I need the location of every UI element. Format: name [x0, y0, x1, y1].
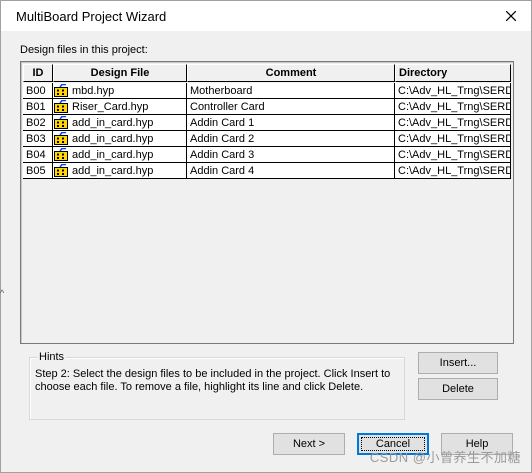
cell-directory: C:\Adv_HL_Trng\SERD [395, 83, 511, 99]
design-files-label: Design files in this project: [20, 44, 148, 56]
column-header-id[interactable]: ID [23, 64, 53, 82]
column-header-design-file[interactable]: Design File [53, 64, 187, 82]
table-row[interactable]: B00 mbd.hyp Motherboard C:\Adv_HL_Trng\SERD [23, 83, 511, 99]
cell-comment: Addin Card 2 [187, 131, 395, 147]
cell-id: B05 [23, 163, 53, 179]
table-row[interactable]: B05 add_in_card.hyp Addin Card 4 C:\Adv_HL_… [23, 163, 511, 179]
file-icon [54, 100, 68, 113]
window-title: MultiBoard Project Wizard [16, 9, 167, 24]
file-icon [54, 84, 68, 97]
cell-comment: Controller Card [187, 99, 395, 115]
column-header-directory[interactable]: Directory [395, 64, 511, 82]
cell-id: B01 [23, 99, 53, 115]
cell-design-file-text: Riser_Card.hyp [72, 100, 149, 113]
file-icon [54, 116, 68, 129]
table-body: B00 mbd.hyp Motherboard C:\Adv_HL_Trng\SERD… [23, 83, 511, 179]
hints-label: Hints [37, 351, 67, 363]
column-header-comment[interactable]: Comment [187, 64, 395, 82]
close-icon [506, 11, 516, 21]
hints-line-2: choose each file. To remove a file, high… [35, 381, 364, 393]
hints-text: Step 2: Select the design files to be in… [35, 368, 395, 394]
cell-design-file: Riser_Card.hyp [53, 99, 187, 115]
cell-comment: Motherboard [187, 83, 395, 99]
table-row[interactable]: B03 add_in_card.hyp Addin Card 2 C:\Adv_HL_… [23, 131, 511, 147]
table-row[interactable]: B04 add_in_card.hyp Addin Card 3 C:\Adv_HL_… [23, 147, 511, 163]
cell-design-file: add_in_card.hyp [53, 131, 187, 147]
cell-comment: Addin Card 1 [187, 115, 395, 131]
cell-id: B02 [23, 115, 53, 131]
cell-directory: C:\Adv_HL_Trng\SERD [395, 147, 511, 163]
cell-id: B03 [23, 131, 53, 147]
cell-design-file-text: add_in_card.hyp [72, 116, 154, 129]
cell-design-file: add_in_card.hyp [53, 115, 187, 131]
cell-comment: Addin Card 3 [187, 147, 395, 163]
cell-design-file: add_in_card.hyp [53, 163, 187, 179]
table-row[interactable]: B02 add_in_card.hyp Addin Card 1 C:\Adv_HL_… [23, 115, 511, 131]
insert-button[interactable]: Insert... [418, 352, 498, 374]
title-bar: MultiBoard Project Wizard [1, 1, 531, 31]
design-files-table[interactable]: ID Design File Comment Directory B00 mbd.… [20, 61, 514, 344]
close-button[interactable] [501, 6, 521, 26]
cell-id: B04 [23, 147, 53, 163]
cell-directory: C:\Adv_HL_Trng\SERD [395, 131, 511, 147]
wizard-window: MultiBoard Project Wizard Design files i… [0, 0, 532, 473]
table-header: ID Design File Comment Directory [23, 64, 511, 82]
cell-design-file-text: mbd.hyp [72, 84, 115, 97]
cell-design-file-text: add_in_card.hyp [72, 132, 154, 145]
cell-id: B00 [23, 83, 53, 99]
cell-directory: C:\Adv_HL_Trng\SERD [395, 163, 511, 179]
file-icon [54, 132, 68, 145]
file-icon [54, 164, 68, 177]
cell-design-file-text: add_in_card.hyp [72, 164, 154, 177]
cell-design-file-text: add_in_card.hyp [72, 148, 154, 161]
next-button[interactable]: Next > [273, 433, 345, 455]
watermark: CSDN @小曾养生不加糖 [369, 450, 521, 465]
cell-directory: C:\Adv_HL_Trng\SERD [395, 99, 511, 115]
file-icon [54, 148, 68, 161]
hints-line-1: Step 2: Select the design files to be in… [35, 368, 391, 380]
table-row[interactable]: B01 Riser_Card.hyp Controller Card C:\Adv_H… [23, 99, 511, 115]
cell-design-file: mbd.hyp [53, 83, 187, 99]
cell-directory: C:\Adv_HL_Trng\SERD [395, 115, 511, 131]
left-edge-marker: ^ [0, 288, 5, 298]
cell-design-file: add_in_card.hyp [53, 147, 187, 163]
cell-comment: Addin Card 4 [187, 163, 395, 179]
delete-button[interactable]: Delete [418, 378, 498, 400]
